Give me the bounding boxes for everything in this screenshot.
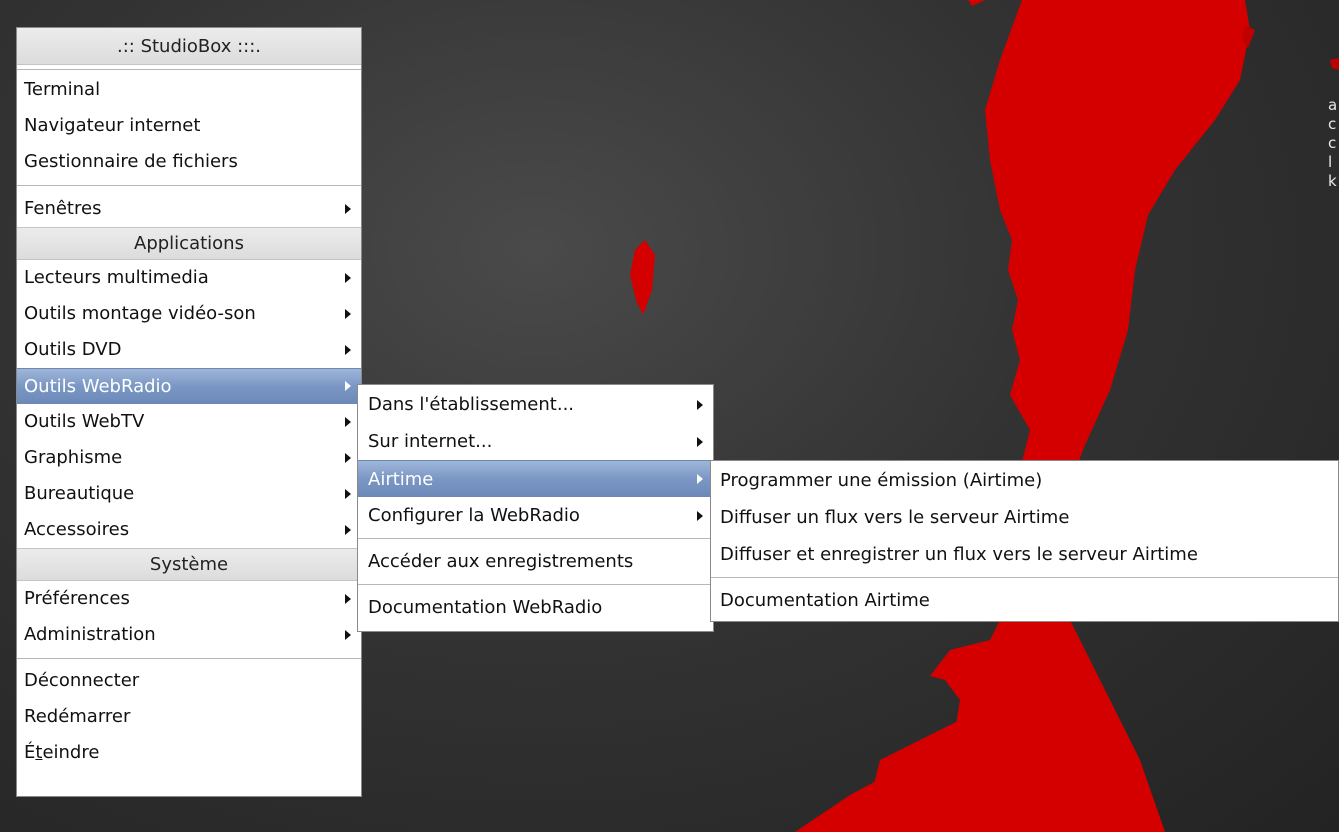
menu-item-dvd-tools[interactable]: Outils DVD bbox=[17, 332, 361, 368]
submenu-arrow-icon bbox=[345, 273, 351, 283]
submenu-arrow-icon bbox=[697, 473, 703, 484]
menu-item-label: Airtime bbox=[368, 469, 434, 490]
submenu-item-stream-and-record[interactable]: Diffuser et enregistrer un flux vers le … bbox=[711, 536, 1338, 573]
airtime-submenu: Programmer une émission (Airtime) Diffus… bbox=[710, 460, 1339, 622]
section-header-system: Système bbox=[17, 548, 361, 581]
submenu-item-recordings[interactable]: Accéder aux enregistrements bbox=[358, 543, 713, 580]
submenu-item-on-internet[interactable]: Sur internet... bbox=[358, 423, 713, 460]
menu-item-label: Lecteurs multimedia bbox=[24, 267, 209, 288]
submenu-arrow-icon bbox=[345, 381, 351, 391]
menu-separator bbox=[358, 538, 713, 539]
wallpaper-main-stroke bbox=[795, 0, 1250, 832]
side-letter: a bbox=[1328, 96, 1338, 114]
menu-separator bbox=[17, 69, 361, 70]
wallpaper-right-streak-2 bbox=[1330, 58, 1339, 70]
wallpaper-drop bbox=[630, 240, 655, 315]
shutdown-label-suffix: eindre bbox=[42, 742, 100, 763]
menu-title: .:: StudioBox :::. bbox=[17, 28, 361, 65]
side-letter: c bbox=[1328, 115, 1337, 133]
menu-item-restart[interactable]: Redémarrer bbox=[17, 699, 361, 735]
menu-item-accessories[interactable]: Accessoires bbox=[17, 512, 361, 548]
menu-item-multimedia-players[interactable]: Lecteurs multimedia bbox=[17, 260, 361, 296]
submenu-arrow-icon bbox=[345, 594, 351, 604]
side-letter: l bbox=[1328, 153, 1333, 171]
submenu-item-airtime[interactable]: Airtime bbox=[358, 460, 713, 497]
menu-item-administration[interactable]: Administration bbox=[17, 617, 361, 653]
menu-item-windows[interactable]: Fenêtres bbox=[17, 191, 361, 227]
menu-item-label: Dans l'établissement... bbox=[368, 394, 575, 415]
webradio-submenu: Dans l'établissement... Sur internet... … bbox=[357, 384, 714, 632]
menu-separator bbox=[17, 185, 361, 186]
menu-item-label: Fenêtres bbox=[24, 198, 102, 219]
studiobox-main-menu: .:: StudioBox :::. Terminal Navigateur i… bbox=[16, 27, 362, 797]
menu-item-graphics[interactable]: Graphisme bbox=[17, 440, 361, 476]
submenu-arrow-icon bbox=[345, 345, 351, 355]
menu-item-label: Administration bbox=[24, 624, 156, 645]
menu-item-label: Préférences bbox=[24, 588, 130, 609]
submenu-item-airtime-docs[interactable]: Documentation Airtime bbox=[711, 582, 1338, 619]
menu-separator bbox=[711, 577, 1338, 578]
submenu-arrow-icon bbox=[345, 489, 351, 499]
menu-item-preferences[interactable]: Préférences bbox=[17, 581, 361, 617]
submenu-arrow-icon bbox=[697, 510, 703, 521]
menu-item-webradio-tools[interactable]: Outils WebRadio bbox=[17, 368, 361, 404]
submenu-item-webradio-docs[interactable]: Documentation WebRadio bbox=[358, 589, 713, 626]
submenu-item-in-school[interactable]: Dans l'établissement... bbox=[358, 386, 713, 423]
wallpaper-side-text: a c c l k bbox=[1328, 96, 1339, 191]
submenu-arrow-icon bbox=[345, 630, 351, 640]
submenu-arrow-icon bbox=[697, 399, 703, 410]
menu-item-webtv-tools[interactable]: Outils WebTV bbox=[17, 404, 361, 440]
menu-item-label: Outils DVD bbox=[24, 339, 122, 360]
submenu-arrow-icon bbox=[345, 309, 351, 319]
submenu-item-stream-to-server[interactable]: Diffuser un flux vers le serveur Airtime bbox=[711, 499, 1338, 536]
menu-item-label: Sur internet... bbox=[368, 431, 493, 452]
section-header-applications: Applications bbox=[17, 227, 361, 260]
submenu-item-configure-webradio[interactable]: Configurer la WebRadio bbox=[358, 497, 713, 534]
menu-item-office[interactable]: Bureautique bbox=[17, 476, 361, 512]
menu-item-label: Bureautique bbox=[24, 483, 135, 504]
submenu-arrow-icon bbox=[345, 417, 351, 427]
desktop: a c c l k .:: StudioBox :::. Terminal Na… bbox=[0, 0, 1339, 832]
menu-separator bbox=[17, 658, 361, 659]
submenu-arrow-icon bbox=[345, 525, 351, 535]
menu-separator bbox=[358, 584, 713, 585]
menu-item-logout[interactable]: Déconnecter bbox=[17, 663, 361, 699]
menu-item-label: Outils montage vidéo-son bbox=[24, 303, 256, 324]
side-letter: k bbox=[1328, 172, 1337, 190]
shutdown-label-prefix: É bbox=[24, 742, 36, 763]
menu-item-label: Configurer la WebRadio bbox=[368, 505, 580, 526]
menu-item-file-manager[interactable]: Gestionnaire de fichiers bbox=[17, 144, 361, 180]
menu-item-shutdown[interactable]: Éteindre bbox=[17, 735, 361, 771]
menu-item-web-browser[interactable]: Navigateur internet bbox=[17, 108, 361, 144]
submenu-arrow-icon bbox=[345, 453, 351, 463]
submenu-arrow-icon bbox=[697, 436, 703, 447]
menu-item-label: Outils WebTV bbox=[24, 411, 145, 432]
menu-item-label: Graphisme bbox=[24, 447, 123, 468]
menu-item-video-editing-tools[interactable]: Outils montage vidéo-son bbox=[17, 296, 361, 332]
side-letter: c bbox=[1328, 134, 1337, 152]
submenu-item-schedule-show[interactable]: Programmer une émission (Airtime) bbox=[711, 462, 1338, 499]
submenu-arrow-icon bbox=[345, 204, 351, 214]
menu-item-terminal[interactable]: Terminal bbox=[17, 72, 361, 108]
menu-item-label: Accessoires bbox=[24, 519, 130, 540]
menu-item-label: Outils WebRadio bbox=[24, 376, 172, 397]
wallpaper-top-splash bbox=[968, 0, 985, 6]
